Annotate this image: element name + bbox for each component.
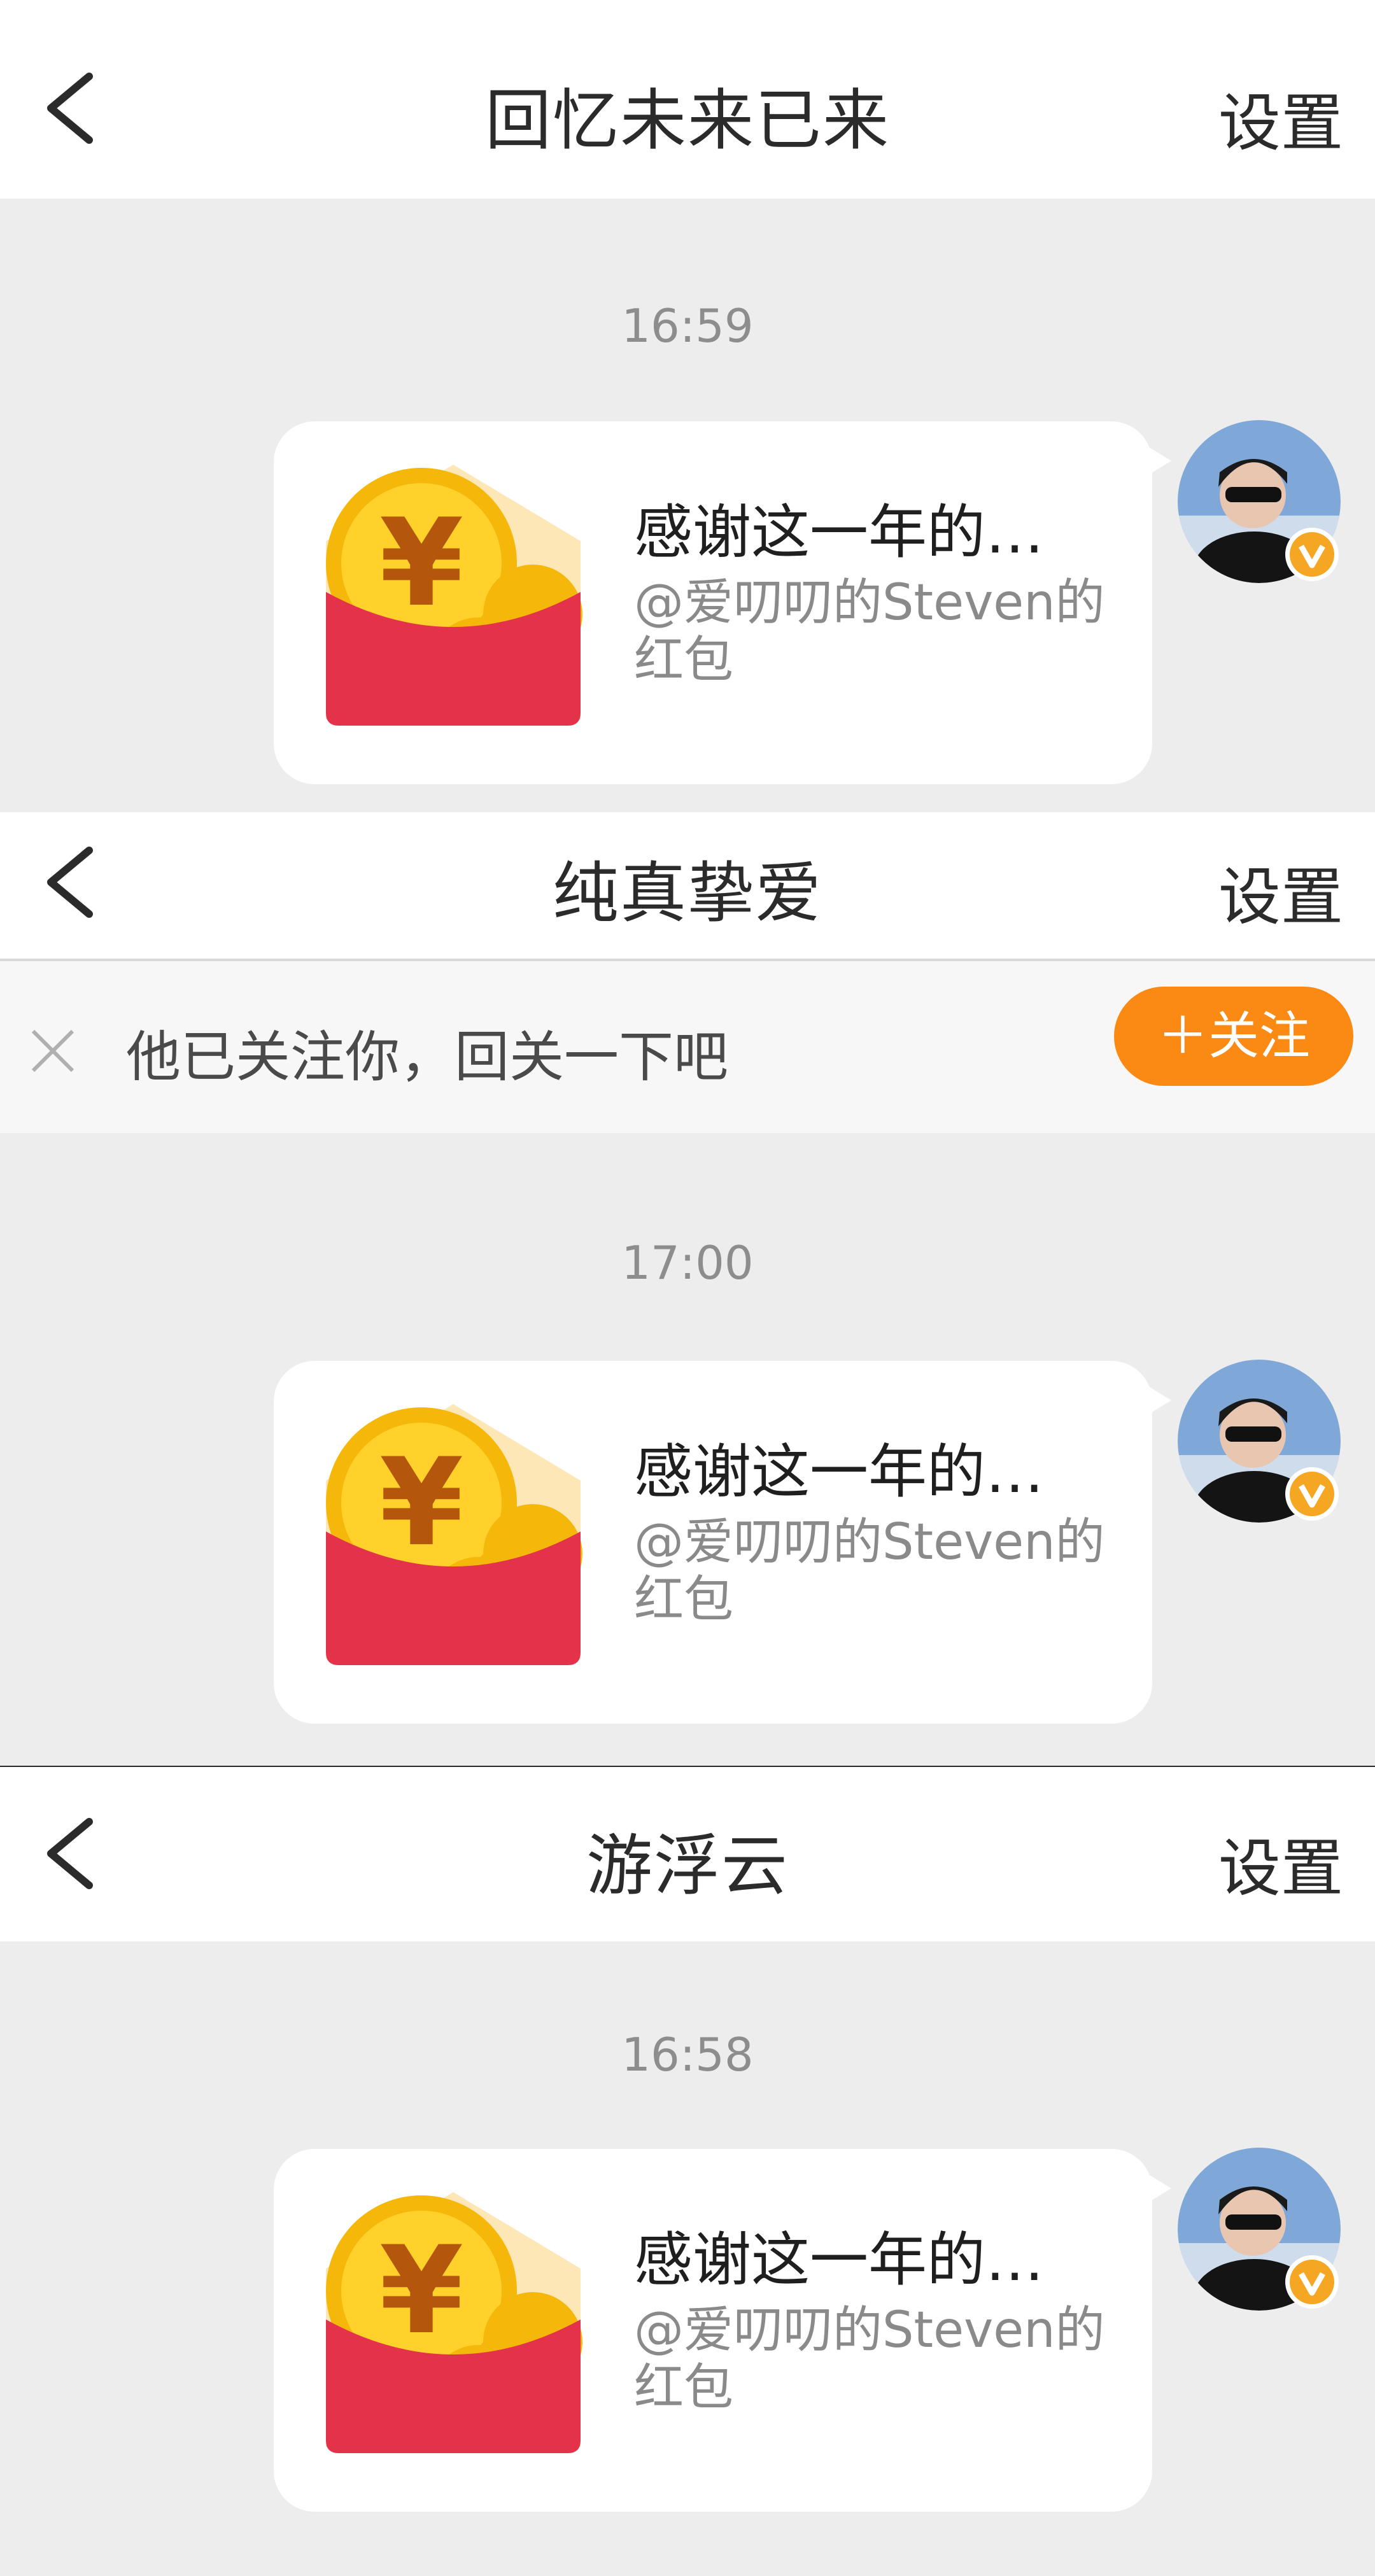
red-packet-message[interactable]: ¥ 感谢这一年的… @爱叨叨的Steven的红包 [274,1361,1171,1724]
bubble-tail [1148,447,1171,475]
avatar[interactable] [1178,420,1341,583]
settings-button[interactable]: 设置 [1218,73,1343,163]
verified-badge-icon [1285,2255,1339,2309]
red-packet-title: 感谢这一年的… [634,2226,1045,2294]
red-packet-title: 感谢这一年的… [634,1438,1045,1506]
red-packet-message[interactable]: ¥ 感谢这一年的… @爱叨叨的Steven的红包 [274,2149,1171,2512]
red-packet-icon: ¥ [326,1404,582,1665]
chat-panel-3: 游浮云 设置 16:58 ¥ 感谢这一年的… @爱叨叨的Steven的红包 [0,1767,1375,2576]
red-packet-desc: @爱叨叨的Steven的红包 [634,574,1105,689]
avatar[interactable] [1178,2148,1341,2311]
settings-button[interactable]: 设置 [1218,847,1343,937]
red-packet-desc: @爱叨叨的Steven的红包 [634,1514,1105,1628]
close-icon[interactable] [27,1025,79,1077]
verified-badge-icon [1285,528,1339,581]
avatar[interactable] [1178,1360,1341,1523]
bubble-tail [1148,1386,1171,1414]
chat-header: 回忆未来已来 设置 [0,0,1375,199]
follow-prompt-bar: 他已关注你，回关一下吧 ＋关注 [0,961,1375,1133]
settings-button[interactable]: 设置 [1218,1818,1343,1908]
chat-header: 纯真挚爱 设置 [0,812,1375,961]
message-time: 17:00 [621,1236,754,1290]
message-time: 16:59 [621,299,754,353]
chat-title: 纯真挚爱 [552,854,822,932]
chat-header: 游浮云 设置 [0,1767,1375,1941]
chat-panel-2: 纯真挚爱 设置 他已关注你，回关一下吧 ＋关注 17:00 ¥ 感谢这一年的… … [0,812,1375,1767]
follow-button[interactable]: ＋关注 [1114,987,1353,1086]
follow-prompt-text: 他已关注你，回关一下吧 [126,1025,728,1089]
message-time: 16:58 [621,2028,754,2081]
red-packet-desc: @爱叨叨的Steven的红包 [634,2302,1105,2416]
svg-text:¥: ¥ [379,493,463,633]
chat-title: 回忆未来已来 [484,81,890,159]
verified-badge-icon [1285,1467,1339,1521]
red-packet-title: 感谢这一年的… [634,498,1045,567]
svg-text:¥: ¥ [379,2220,463,2361]
red-packet-icon: ¥ [326,465,582,726]
svg-text:¥: ¥ [379,1432,463,1573]
chat-panel-1: 回忆未来已来 设置 16:59 ¥ 感谢这一年的… @爱叨叨的Steven的红包 [0,0,1375,812]
chat-title: 游浮云 [586,1827,789,1904]
red-packet-message[interactable]: ¥ 感谢这一年的… @爱叨叨的Steven的红包 [274,421,1171,784]
red-packet-icon: ¥ [326,2192,582,2453]
bubble-tail [1148,2174,1171,2202]
